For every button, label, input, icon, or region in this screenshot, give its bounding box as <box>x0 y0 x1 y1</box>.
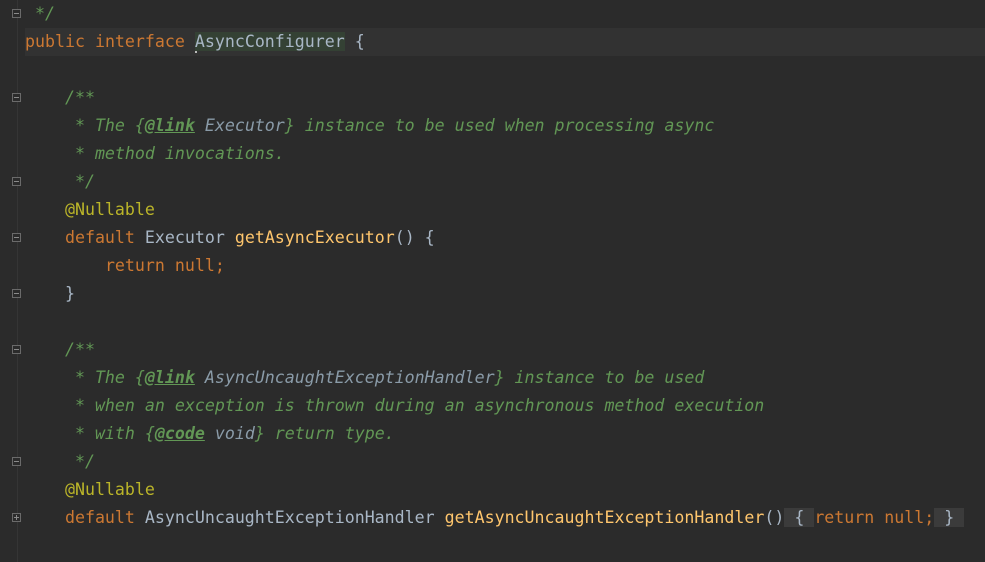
code-line[interactable]: */ <box>25 168 985 196</box>
javadoc-reference: AsyncUncaughtExceptionHandler <box>204 368 495 387</box>
fold-collapse-icon[interactable] <box>12 9 21 18</box>
method-name: getAsyncExecutor <box>234 228 395 247</box>
fold-collapse-icon[interactable] <box>12 177 21 186</box>
doc-text: } return type. <box>254 424 395 443</box>
doc-comment-start: /** <box>64 340 95 359</box>
keyword-default: default <box>64 228 135 247</box>
code-line-current[interactable]: public interface AsyncConfigurer { <box>25 28 985 56</box>
doc-text: * method invocations. <box>64 144 285 163</box>
fold-collapse-icon[interactable] <box>12 93 21 102</box>
code-line[interactable]: * The {@link Executor} instance to be us… <box>25 112 985 140</box>
doc-comment-end: */ <box>64 452 95 471</box>
keyword-default: default <box>64 508 135 527</box>
folded-open-brace[interactable]: { <box>784 508 815 527</box>
code-line[interactable]: @Nullable <box>25 196 985 224</box>
code-editor[interactable]: */ public interface AsyncConfigurer { /*… <box>0 0 985 562</box>
code-line[interactable]: * method invocations. <box>25 140 985 168</box>
code-line[interactable]: default AsyncUncaughtExceptionHandler ge… <box>25 504 985 532</box>
open-brace: { <box>354 32 365 51</box>
method-name: getAsyncUncaughtExceptionHandler <box>444 508 765 527</box>
javadoc-link-tag: @link <box>144 116 195 135</box>
doc-text: * The { <box>64 116 145 135</box>
fold-collapse-icon[interactable] <box>12 289 21 298</box>
code-line[interactable]: * The {@link AsyncUncaughtExceptionHandl… <box>25 364 985 392</box>
close-brace: } <box>944 508 955 527</box>
doc-text: } instance to be used when processing as… <box>284 116 715 135</box>
doc-comment-start: /** <box>64 88 95 107</box>
code-line[interactable]: } <box>25 280 985 308</box>
doc-text: * with { <box>64 424 155 443</box>
fold-collapse-icon[interactable] <box>12 457 21 466</box>
fold-collapse-icon[interactable] <box>12 345 21 354</box>
code-line[interactable]: */ <box>25 448 985 476</box>
return-type: Executor <box>144 228 225 247</box>
doc-comment-end: */ <box>25 4 55 23</box>
annotation-nullable: @Nullable <box>64 200 155 219</box>
annotation-nullable: @Nullable <box>64 480 155 499</box>
keyword-interface: interface <box>94 32 185 51</box>
javadoc-link-tag: @link <box>144 368 195 387</box>
code-line[interactable]: return null; <box>25 252 985 280</box>
folded-close-brace[interactable]: } <box>934 508 965 527</box>
code-line[interactable]: default Executor getAsyncExecutor() { <box>25 224 985 252</box>
gutter-divider <box>17 0 18 562</box>
return-type: AsyncUncaughtExceptionHandler <box>144 508 435 527</box>
fold-expand-icon[interactable] <box>12 513 21 522</box>
open-brace: { <box>794 508 805 527</box>
close-brace: } <box>64 284 75 303</box>
doc-comment-end: */ <box>64 172 95 191</box>
keyword-public: public <box>25 32 85 51</box>
code-line[interactable]: * with {@code void} return type. <box>25 420 985 448</box>
javadoc-reference: Executor <box>204 116 285 135</box>
interface-name: AsyncConfigurer <box>194 32 345 51</box>
fold-collapse-icon[interactable] <box>12 233 21 242</box>
code-line[interactable]: * when an exception is thrown during an … <box>25 392 985 420</box>
javadoc-code-tag: @code <box>154 424 205 443</box>
return-statement: return null; <box>104 256 225 275</box>
code-line[interactable]: /** <box>25 336 985 364</box>
editor-gutter <box>0 0 22 562</box>
method-signature: () { <box>394 228 435 247</box>
doc-text: * The { <box>64 368 145 387</box>
return-statement: return null; <box>814 508 935 527</box>
doc-text: * when an exception is thrown during an … <box>64 396 765 415</box>
code-line[interactable]: @Nullable <box>25 476 985 504</box>
method-parens: () <box>764 508 785 527</box>
doc-text: } instance to be used <box>494 368 705 387</box>
code-line[interactable]: */ <box>25 0 985 28</box>
javadoc-reference: void <box>214 424 255 443</box>
code-line[interactable]: /** <box>25 84 985 112</box>
